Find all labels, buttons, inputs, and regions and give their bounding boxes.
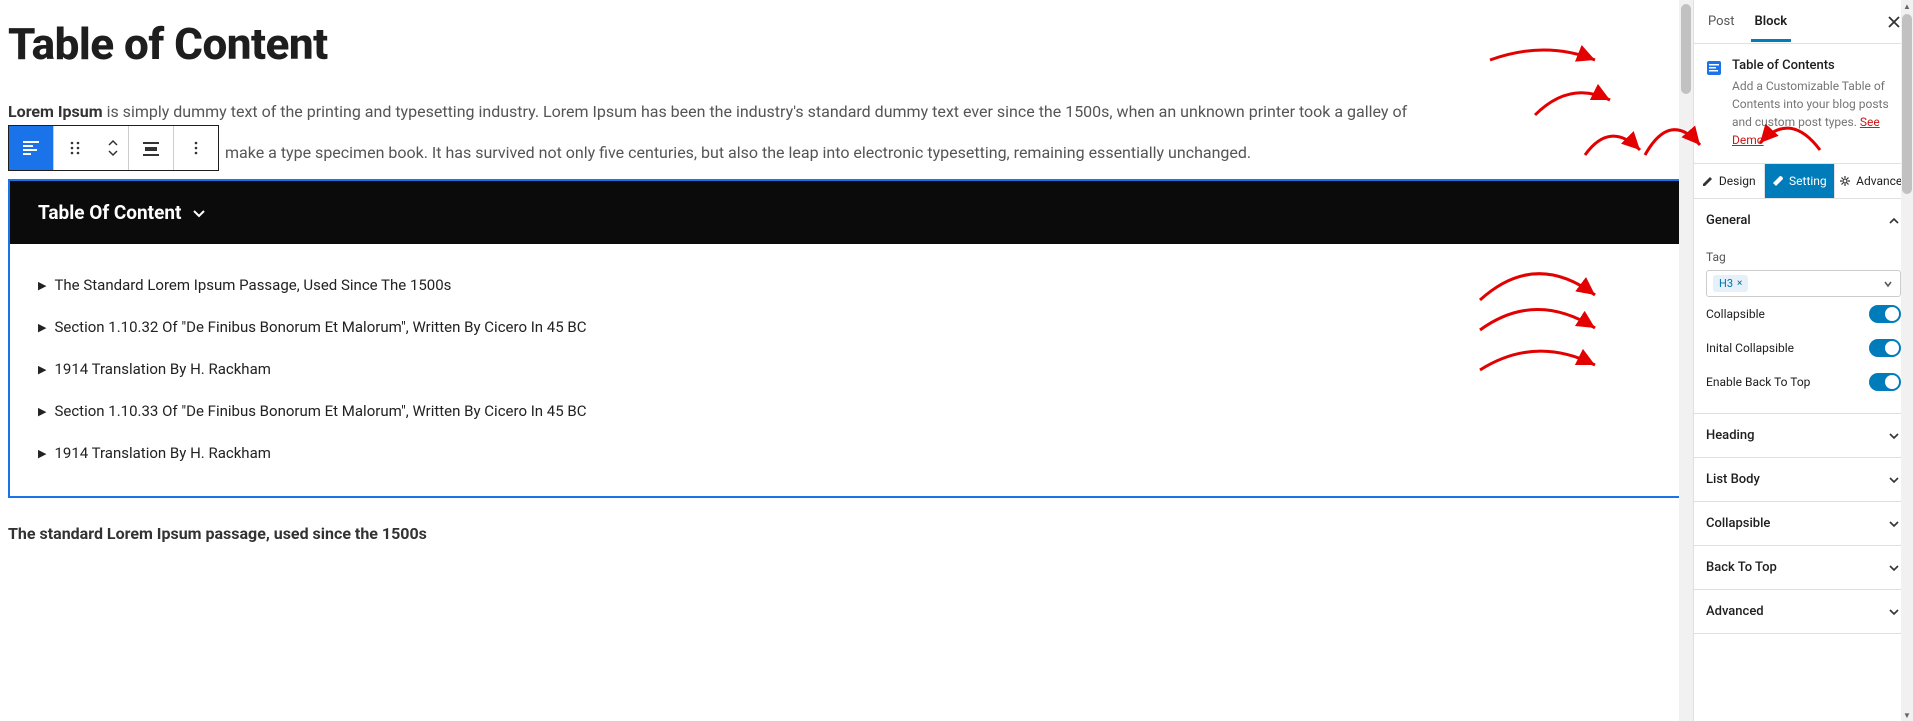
triangle-right-icon: ▶: [38, 321, 46, 334]
triangle-right-icon: ▶: [38, 279, 46, 292]
panel-advanced: Advanced: [1694, 590, 1913, 634]
toc-item-label: The Standard Lorem Ipsum Passage, Used S…: [54, 276, 451, 294]
toc-block-icon: [1706, 60, 1722, 76]
panel-general-header[interactable]: General: [1694, 199, 1913, 242]
toggle-collapsible[interactable]: [1869, 305, 1901, 323]
panel-list-body: List Body: [1694, 458, 1913, 502]
main-scrollbar[interactable]: [1679, 0, 1693, 721]
panel-label: List Body: [1706, 472, 1760, 487]
mode-tab-setting[interactable]: Setting: [1765, 164, 1836, 198]
sidebar-scrollbar-thumb[interactable]: [1902, 14, 1912, 194]
panel-label: Heading: [1706, 428, 1754, 443]
tab-post[interactable]: Post: [1698, 2, 1745, 41]
more-options-button[interactable]: [174, 126, 218, 170]
panel-label: Advanced: [1706, 604, 1764, 619]
sub-heading[interactable]: The standard Lorem Ipsum passage, used s…: [8, 524, 1685, 543]
sidebar-tabs: Post Block: [1694, 0, 1913, 44]
toc-item[interactable]: ▶ Section 1.10.32 Of "De Finibus Bonorum …: [38, 306, 1655, 348]
panel-list-body-header[interactable]: List Body: [1694, 458, 1913, 501]
toc-item[interactable]: ▶ Section 1.10.33 Of "De Finibus Bonorum …: [38, 390, 1655, 432]
tab-block[interactable]: Block: [1745, 2, 1798, 41]
wrench-icon: [1772, 175, 1784, 187]
toggle-label: Collapsible: [1706, 307, 1765, 321]
mode-tabs: Design Setting Advanced: [1694, 164, 1913, 199]
toc-item[interactable]: ▶ The Standard Lorem Ipsum Passage, Used …: [38, 264, 1655, 306]
chevron-down-icon: [1887, 517, 1901, 531]
toggle-back-to-top[interactable]: [1869, 373, 1901, 391]
toc-item-label: Section 1.10.32 Of "De Finibus Bonorum E…: [54, 318, 586, 336]
toc-header[interactable]: Table Of Content: [10, 181, 1683, 244]
mode-tab-label: Design: [1719, 174, 1756, 188]
toc-item-label: Section 1.10.33 Of "De Finibus Bonorum E…: [54, 402, 586, 420]
toggle-row-collapsible: Collapsible: [1706, 297, 1901, 331]
mode-tab-design[interactable]: Design: [1694, 164, 1765, 198]
panel-general: General Tag H3 × Collapsible Inital: [1694, 199, 1913, 414]
tag-field-label: Tag: [1706, 250, 1901, 264]
intro-text-2: make a type specimen book. It has surviv…: [225, 143, 1251, 162]
toc-header-title: Table Of Content: [38, 201, 181, 224]
panel-advanced-header[interactable]: Advanced: [1694, 590, 1913, 633]
mode-tab-label: Setting: [1789, 174, 1827, 188]
scroll-down-icon[interactable]: ▼: [1901, 709, 1913, 721]
tag-select[interactable]: H3 ×: [1706, 270, 1901, 297]
toggle-initial-collapsible[interactable]: [1869, 339, 1901, 357]
block-name: Table of Contents: [1732, 58, 1901, 73]
panel-label: Collapsible: [1706, 516, 1770, 531]
toc-body: ▶ The Standard Lorem Ipsum Passage, Used …: [10, 244, 1683, 496]
editor-main: Table of Content Lorem Ipsum is simply d…: [0, 0, 1693, 721]
block-info: Table of Contents Add a Customizable Tab…: [1694, 44, 1913, 164]
triangle-right-icon: ▶: [38, 405, 46, 418]
chevron-down-icon: [1887, 605, 1901, 619]
panel-back-to-top: Back To Top: [1694, 546, 1913, 590]
chevron-up-icon: [1887, 214, 1901, 228]
align-button[interactable]: [129, 126, 173, 170]
triangle-right-icon: ▶: [38, 447, 46, 460]
move-buttons[interactable]: [98, 126, 128, 170]
block-toolbar: [8, 125, 219, 171]
gear-icon: [1839, 175, 1851, 187]
tag-chip: H3 ×: [1713, 275, 1748, 292]
panel-label: General: [1706, 213, 1751, 228]
chevron-down-icon: [1887, 473, 1901, 487]
toc-item[interactable]: ▶ 1914 Translation By H. Rackham: [38, 432, 1655, 474]
tag-remove-button[interactable]: ×: [1737, 278, 1742, 289]
intro-paragraph[interactable]: Lorem Ipsum is simply dummy text of the …: [8, 98, 1685, 125]
toc-block[interactable]: Table Of Content ▶ The Standard Lorem Ips…: [8, 179, 1685, 498]
toc-item[interactable]: ▶ 1914 Translation By H. Rackham: [38, 348, 1655, 390]
panel-collapsible-header[interactable]: Collapsible: [1694, 502, 1913, 545]
main-scrollbar-thumb[interactable]: [1681, 4, 1691, 94]
chevron-down-icon: [1887, 561, 1901, 575]
tag-chip-label: H3: [1719, 277, 1733, 290]
intro-bold: Lorem Ipsum: [8, 102, 103, 121]
scroll-up-icon[interactable]: ▲: [1901, 0, 1913, 12]
toc-item-label: 1914 Translation By H. Rackham: [54, 444, 270, 462]
sidebar-scrollbar[interactable]: ▲ ▼: [1901, 0, 1913, 721]
panel-heading: Heading: [1694, 414, 1913, 458]
triangle-right-icon: ▶: [38, 363, 46, 376]
toggle-row-initial-collapsible: Inital Collapsible: [1706, 331, 1901, 365]
close-icon: [1887, 15, 1901, 29]
toggle-row-back-to-top: Enable Back To Top: [1706, 365, 1901, 399]
panel-collapsible: Collapsible: [1694, 502, 1913, 546]
toggle-label: Inital Collapsible: [1706, 341, 1794, 355]
intro-text-1: is simply dummy text of the printing and…: [103, 102, 1408, 121]
drag-handle-button[interactable]: [54, 126, 98, 170]
toc-item-label: 1914 Translation By H. Rackham: [54, 360, 270, 378]
intro-paragraph-2[interactable]: make a type specimen book. It has surviv…: [225, 139, 1251, 166]
toggle-label: Enable Back To Top: [1706, 375, 1810, 389]
panel-back-to-top-header[interactable]: Back To Top: [1694, 546, 1913, 589]
panel-label: Back To Top: [1706, 560, 1777, 575]
block-type-button[interactable]: [9, 126, 53, 170]
chevron-down-icon: [191, 205, 207, 221]
block-description: Add a Customizable Table of Contents int…: [1732, 77, 1901, 149]
pencil-icon: [1702, 175, 1714, 187]
chevron-down-icon: [1882, 278, 1894, 290]
page-title[interactable]: Table of Content: [8, 18, 1685, 70]
chevron-down-icon: [1887, 429, 1901, 443]
panel-heading-header[interactable]: Heading: [1694, 414, 1913, 457]
settings-sidebar: Post Block Table of Contents Add a Custo…: [1693, 0, 1913, 721]
